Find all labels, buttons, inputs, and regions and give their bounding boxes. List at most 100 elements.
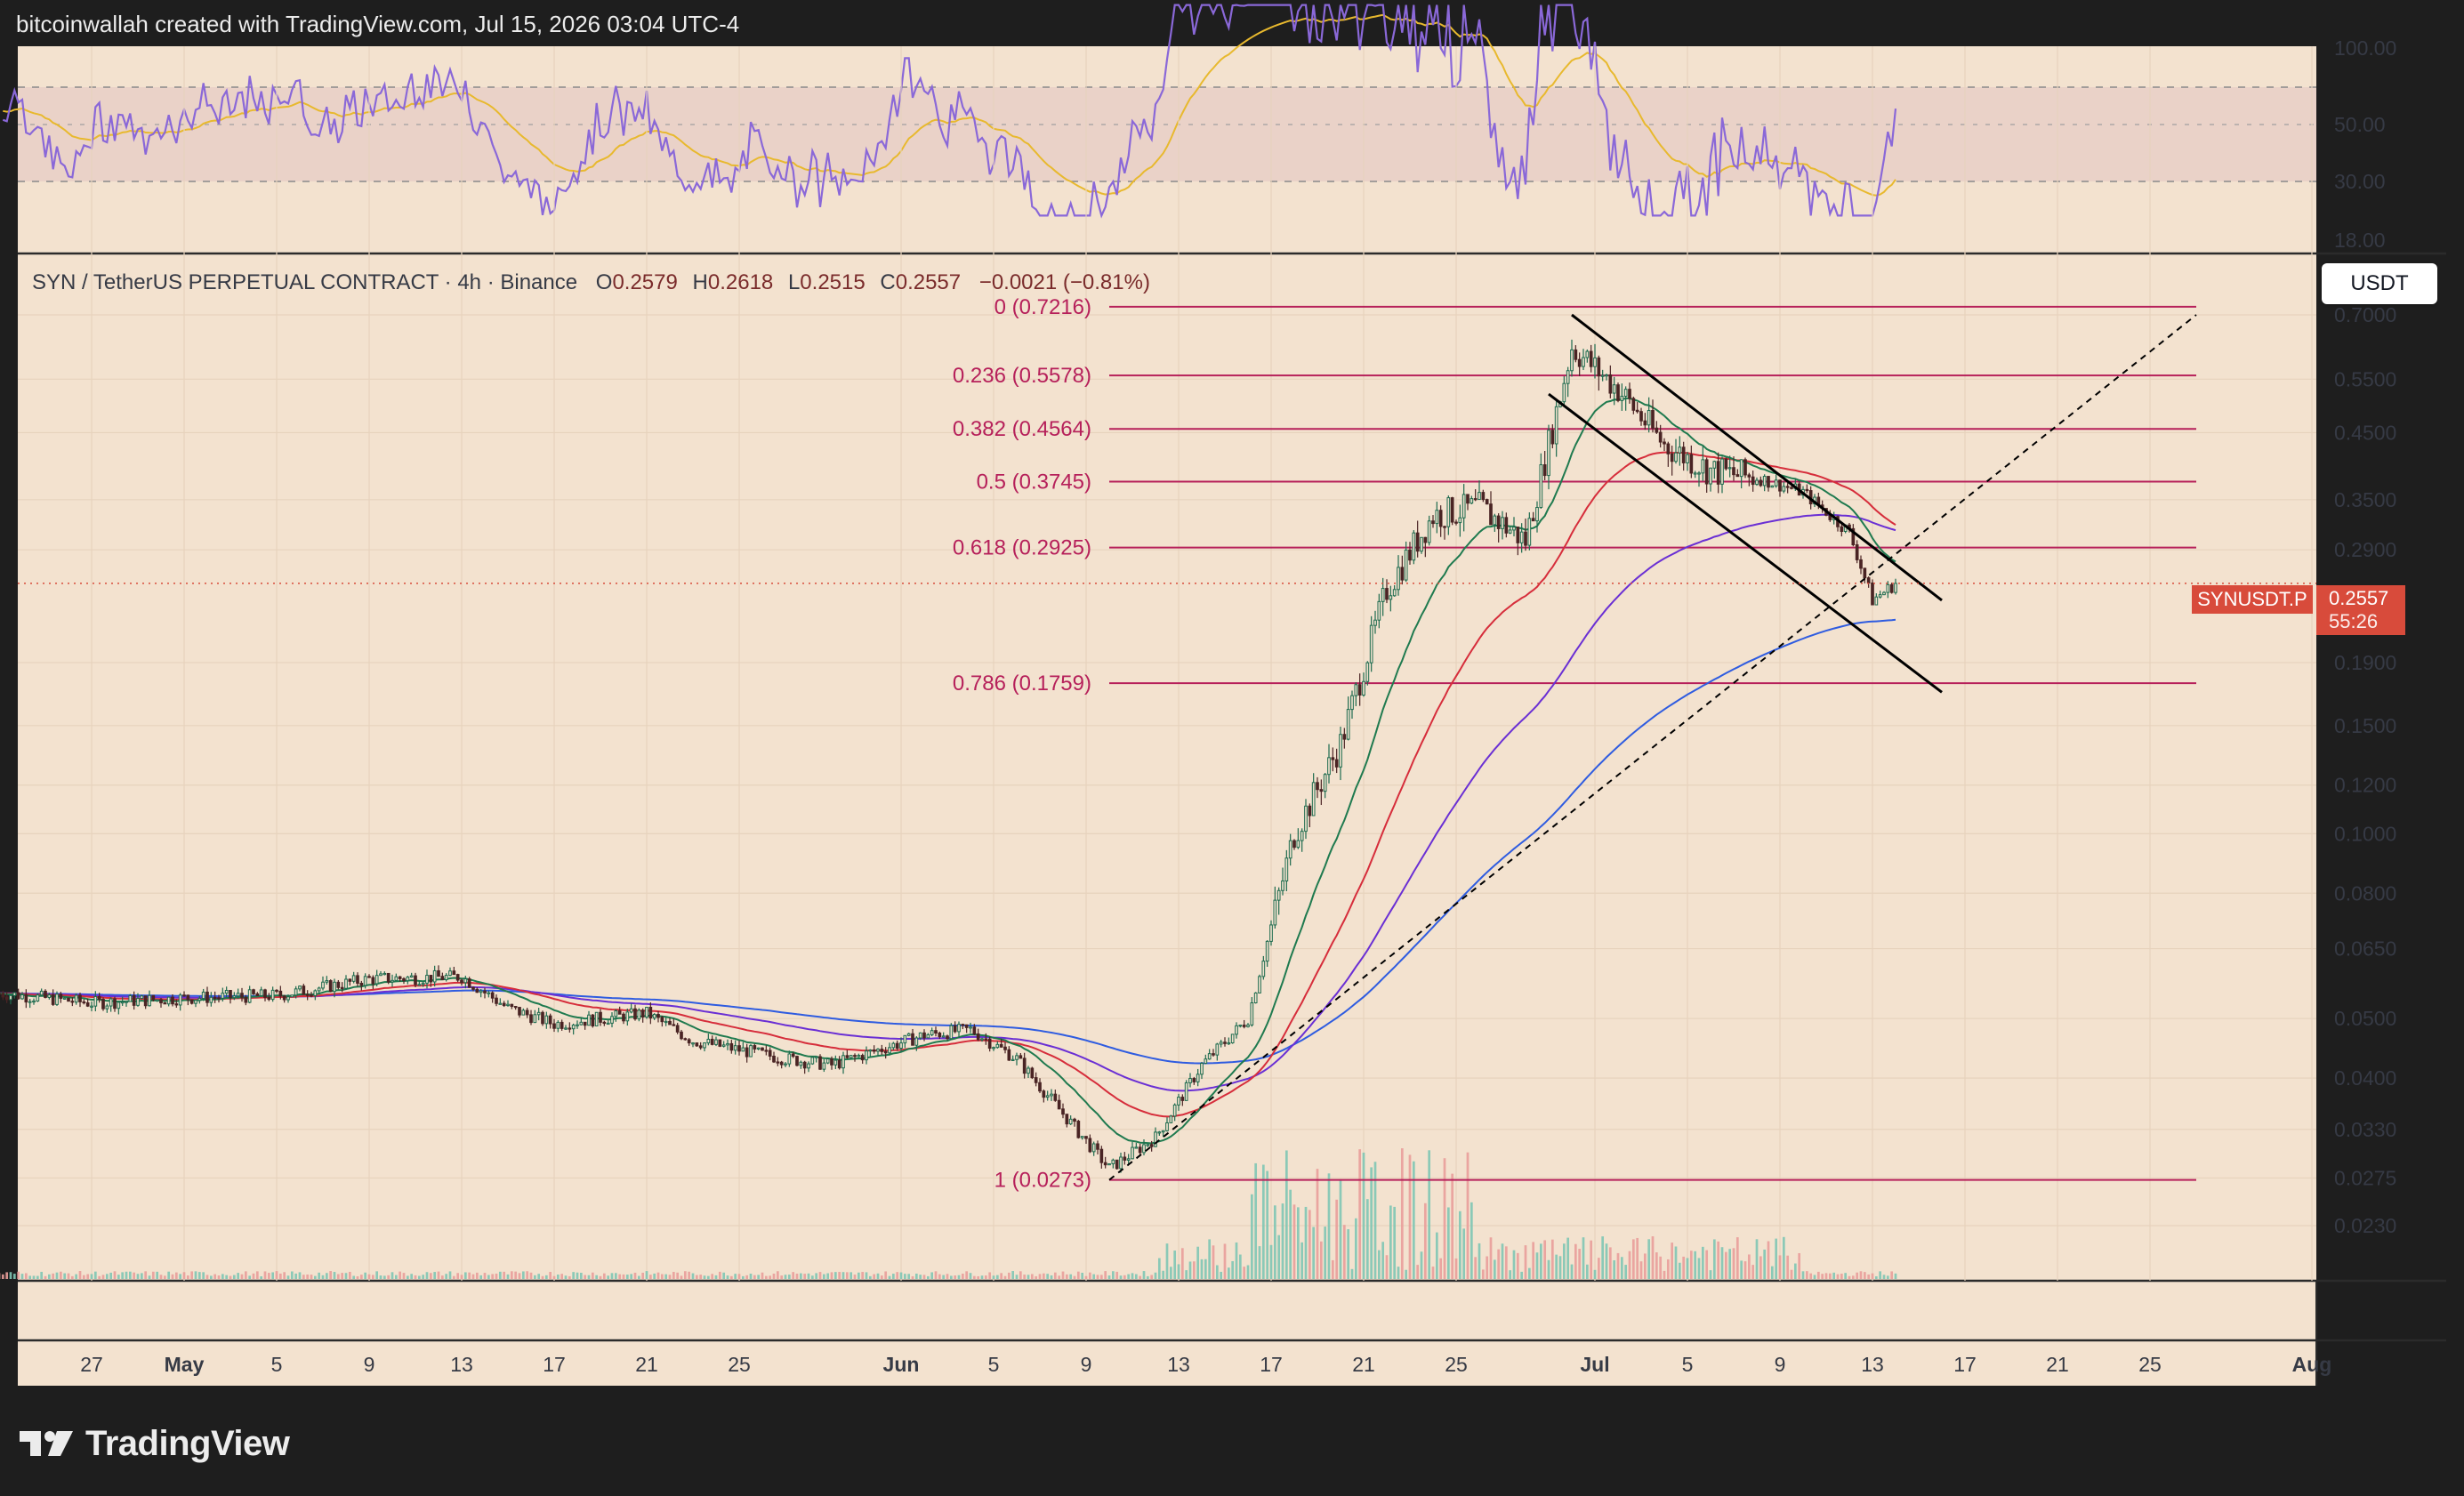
- volume-bar: [1003, 1275, 1007, 1279]
- candle-body: [1103, 1162, 1107, 1166]
- candle-body: [1207, 1053, 1212, 1060]
- volume-bar: [1682, 1256, 1686, 1279]
- volume-bar: [688, 1271, 691, 1279]
- candle-body: [1635, 409, 1639, 413]
- candle-body: [1778, 479, 1782, 492]
- date-label: 21: [2046, 1353, 2069, 1376]
- fib-level-label: 0.5 (0.3745): [977, 471, 1091, 495]
- candle-body: [1357, 684, 1362, 696]
- volume-bar: [1558, 1256, 1562, 1279]
- candle-body: [807, 1063, 810, 1069]
- candle-body: [518, 1007, 521, 1016]
- volume-bar: [1115, 1271, 1119, 1279]
- volume-bar: [637, 1275, 640, 1279]
- volume-bar: [1061, 1271, 1065, 1279]
- candle-body: [1882, 591, 1886, 596]
- volume-bar: [1099, 1275, 1103, 1279]
- volume-bar: [1763, 1249, 1767, 1279]
- candle-body: [617, 1010, 622, 1015]
- volume-bar: [1886, 1275, 1889, 1279]
- candle-body: [1755, 479, 1759, 486]
- candle-body: [479, 990, 483, 993]
- volume-bar: [290, 1271, 294, 1279]
- volume-bar: [70, 1275, 74, 1279]
- candle-body: [1762, 476, 1767, 487]
- volume-bar: [422, 1275, 425, 1279]
- candle-body: [421, 982, 425, 985]
- chart-canvas[interactable]: 100.00 50.00 30.00 18.00 0.7000 0.5500 0.4…: [0, 0, 2464, 1496]
- candle-body: [583, 1021, 587, 1026]
- volume-bar: [949, 1275, 953, 1279]
- candle-body: [1045, 1095, 1050, 1098]
- volume-bar: [795, 1274, 799, 1279]
- volume-bar: [1624, 1265, 1628, 1279]
- volume-bar: [1000, 1273, 1003, 1279]
- candle-body: [1647, 409, 1651, 426]
- candle-body: [891, 1042, 896, 1049]
- volume-bar: [475, 1272, 479, 1279]
- candle-body: [286, 996, 290, 1001]
- candle-body: [1073, 1118, 1076, 1122]
- candle-body: [1365, 662, 1370, 682]
- volume-bar: [1084, 1275, 1088, 1279]
- candle-body: [1658, 431, 1663, 443]
- volume-bar: [1628, 1251, 1631, 1279]
- volume-bar: [1134, 1274, 1138, 1279]
- volume-bar: [521, 1271, 525, 1279]
- volume-bar: [159, 1275, 163, 1279]
- candle-body: [1134, 1146, 1139, 1149]
- candle-body: [136, 998, 140, 1006]
- candle-body: [969, 1026, 972, 1029]
- candle-body: [259, 989, 263, 997]
- candle-body: [1450, 497, 1454, 523]
- volume-bar: [313, 1275, 317, 1279]
- candle-body: [837, 1059, 841, 1069]
- volume-bar: [1400, 1148, 1404, 1279]
- volume-bar: [1, 1274, 4, 1279]
- volume-bar: [625, 1275, 629, 1279]
- volume-bar: [1019, 1271, 1022, 1279]
- chart-background: [18, 46, 2316, 1386]
- volume-bar: [59, 1271, 62, 1279]
- volume-bar: [1535, 1252, 1539, 1279]
- symbol-title[interactable]: SYN / TetherUS PERPETUAL CONTRACT · 4h ·…: [32, 270, 577, 294]
- candle-body: [47, 994, 52, 998]
- volume-bar: [838, 1272, 841, 1279]
- candle-body: [475, 988, 479, 993]
- candle-body: [221, 993, 225, 999]
- candle-body: [74, 994, 78, 1003]
- candle-body: [845, 1055, 850, 1058]
- candle-body: [1666, 443, 1671, 454]
- volume-bar: [1585, 1264, 1589, 1279]
- candle-body: [340, 986, 344, 989]
- volume-bar: [28, 1275, 32, 1279]
- candle-body: [1188, 1078, 1192, 1083]
- candle-body: [1107, 1162, 1111, 1166]
- volume-bar: [63, 1273, 67, 1279]
- candle-body: [1550, 430, 1555, 445]
- candle-body: [1354, 684, 1358, 696]
- volume-bar: [1720, 1247, 1724, 1279]
- candle-body: [1204, 1058, 1208, 1065]
- volume-bar: [1532, 1242, 1535, 1279]
- candle-body: [1177, 1097, 1180, 1106]
- candle-body: [163, 1002, 167, 1005]
- volume-bar: [440, 1275, 444, 1279]
- candle-body: [429, 975, 433, 983]
- candle-body: [310, 994, 313, 997]
- candle-body: [16, 992, 20, 1000]
- volume-bar: [1238, 1254, 1242, 1279]
- candle-body: [1296, 840, 1300, 849]
- candle-body: [1276, 889, 1281, 901]
- candle-body: [1612, 384, 1616, 394]
- candle-body: [1519, 531, 1524, 543]
- candle-body: [109, 998, 113, 1007]
- candle-body: [536, 1011, 541, 1016]
- candle-body: [1161, 1130, 1165, 1133]
- currency-button[interactable]: USDT: [2322, 263, 2437, 304]
- volume-bar: [1304, 1206, 1308, 1279]
- volume-bar: [448, 1271, 452, 1279]
- candle-body: [128, 994, 133, 1002]
- volume-bar: [1127, 1274, 1131, 1279]
- volume-bar: [873, 1274, 876, 1279]
